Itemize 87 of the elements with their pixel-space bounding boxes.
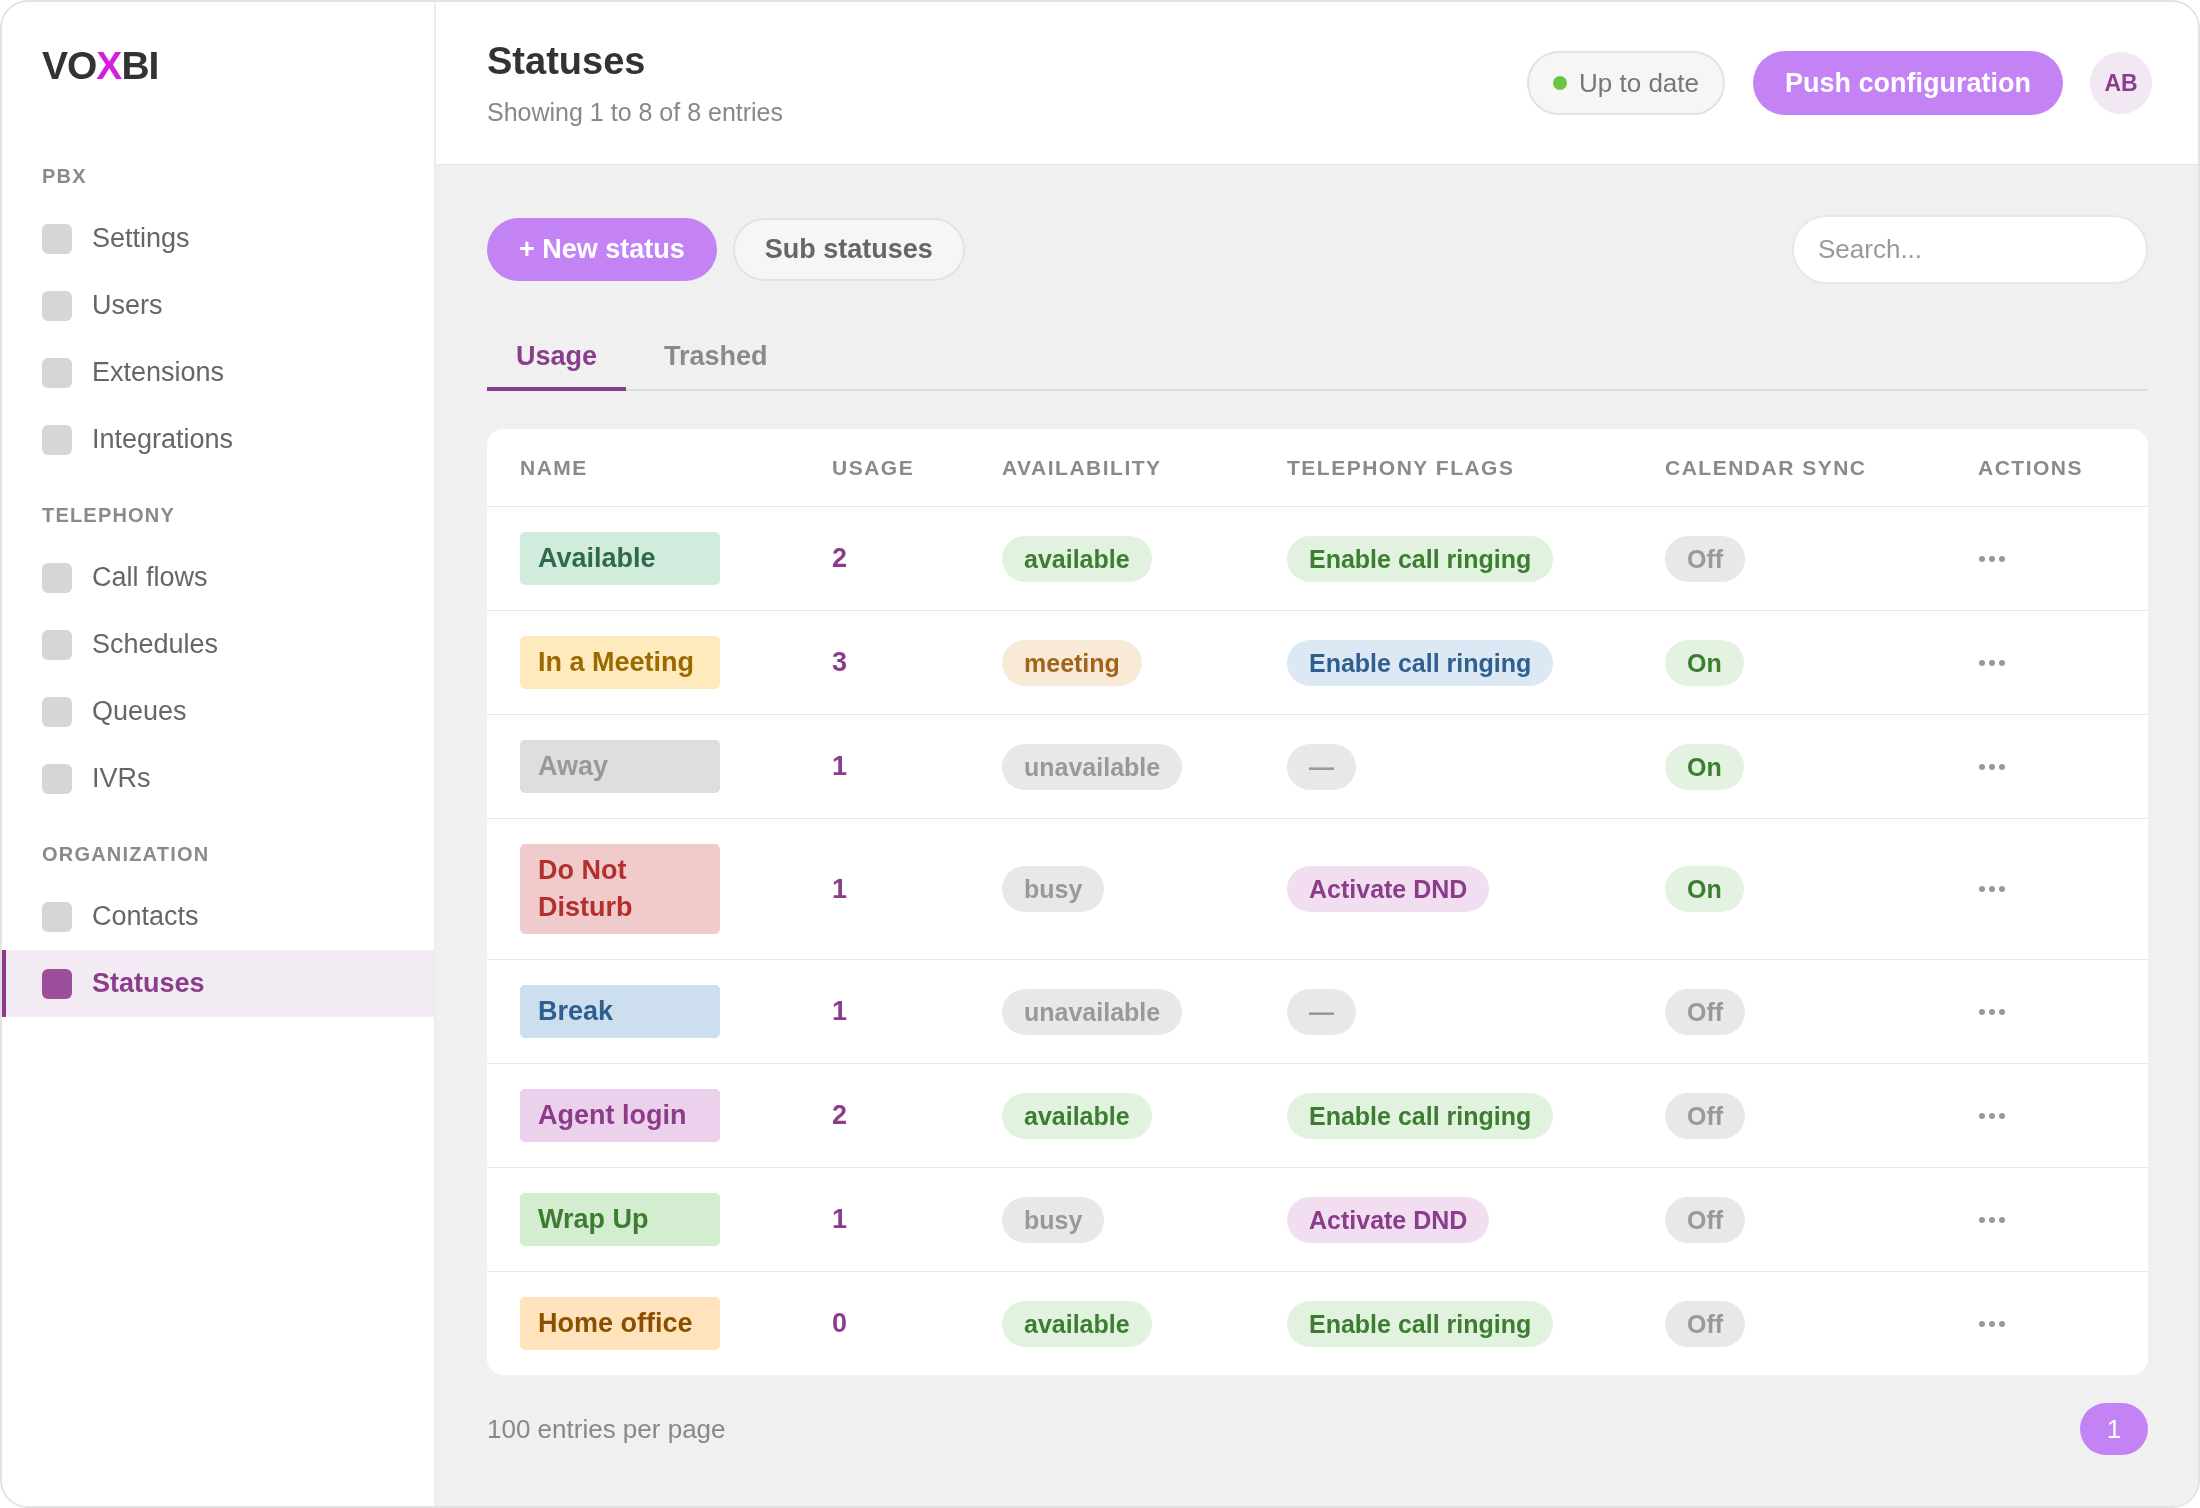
calendar-sync-tag: On (1665, 866, 1744, 912)
search-field[interactable]: Search... (1792, 215, 2148, 284)
calendar-sync-tag: On (1665, 639, 1744, 686)
section-heading: ORGANIZATION (41, 842, 211, 867)
sidebar-item[interactable]: Call flows (2, 544, 434, 611)
telephony-flag-tag: Activate DND (1287, 866, 1490, 912)
usage-count: 3 (832, 647, 848, 678)
column-header: NAME (520, 454, 589, 481)
square-icon (42, 696, 72, 727)
page-title: Statuses (487, 39, 647, 84)
sync-status-pill: Up to date (1527, 51, 1725, 115)
usage-count: 1 (832, 873, 848, 904)
logo: VOXBI (42, 46, 159, 86)
more-icon[interactable] (1978, 658, 2006, 667)
sidebar-item[interactable]: Schedules (2, 611, 434, 678)
status-name-tag: In a Meeting (520, 636, 720, 689)
telephony-flag-tag: Enable call ringing (1287, 535, 1554, 582)
column-header: USAGE (832, 454, 916, 481)
sidebar-item[interactable]: Queues (2, 678, 434, 745)
sidebar-item[interactable]: Integrations (2, 406, 434, 473)
more-icon[interactable] (1978, 885, 2006, 893)
status-name-tag: Home office (520, 1297, 720, 1350)
usage-count: 1 (832, 996, 848, 1027)
sidebar-item[interactable]: Contacts (2, 883, 434, 950)
calendar-sync-tag: On (1665, 743, 1744, 790)
column-header: TELEPHONY FLAGS (1287, 454, 1516, 481)
square-icon (42, 223, 72, 254)
status-name-tag: Available (520, 532, 720, 585)
calendar-sync-tag: Off (1665, 1092, 1746, 1139)
square-icon (42, 357, 72, 388)
availability-tag: meeting (1002, 639, 1142, 686)
sidebar-item[interactable]: IVRs (2, 745, 434, 812)
calendar-sync-tag: Off (1665, 535, 1746, 582)
avatar[interactable]: AB (2090, 52, 2152, 114)
usage-count: 2 (832, 1100, 848, 1131)
column-header: CALENDAR SYNC (1665, 454, 1868, 481)
more-icon[interactable] (1978, 1215, 2006, 1224)
entries-per-page-text: 100 entries per page (487, 1412, 726, 1446)
more-icon[interactable] (1978, 1319, 2006, 1328)
usage-count: 1 (832, 1204, 848, 1235)
section-heading: TELEPHONY (41, 503, 177, 528)
availability-tag: busy (1002, 866, 1105, 912)
more-icon[interactable] (1978, 1007, 2006, 1016)
square-icon (42, 424, 72, 455)
square-icon (42, 901, 72, 932)
status-name-tag: Agent login (520, 1089, 720, 1142)
calendar-sync-tag: Off (1665, 1196, 1746, 1243)
sub-statuses-button[interactable]: Sub statuses (732, 218, 965, 281)
status-name-tag: Do Not Disturb (520, 844, 720, 934)
tab[interactable]: Trashed (635, 324, 797, 391)
availability-tag: available (1002, 1300, 1152, 1347)
more-icon[interactable] (1978, 554, 2006, 563)
square-icon (42, 968, 72, 999)
calendar-sync-tag: Off (1665, 988, 1746, 1035)
square-icon (42, 629, 72, 660)
calendar-sync-tag: Off (1665, 1300, 1746, 1347)
usage-count: 0 (832, 1308, 848, 1339)
status-name-tag: Break (520, 985, 720, 1038)
sidebar-item[interactable]: Settings (2, 205, 434, 272)
column-header: ACTIONS (1978, 454, 2084, 481)
telephony-flag-tag: Enable call ringing (1287, 1092, 1554, 1139)
entries-summary: Showing 1 to 8 of 8 entries (487, 97, 784, 128)
sidebar-item[interactable]: Users (2, 272, 434, 339)
availability-tag: unavailable (1002, 743, 1183, 790)
availability-tag: unavailable (1002, 988, 1183, 1035)
usage-count: 2 (832, 543, 848, 574)
usage-count: 1 (832, 751, 848, 782)
more-icon[interactable] (1978, 762, 2006, 771)
sidebar-item[interactable]: Statuses (2, 950, 434, 1017)
more-icon[interactable] (1978, 1111, 2006, 1120)
telephony-flag-tag: Activate DND (1287, 1196, 1490, 1243)
column-header: AVAILABILITY (1002, 454, 1163, 481)
sidebar-item[interactable]: Extensions (2, 339, 434, 406)
square-icon (42, 290, 72, 321)
availability-tag: busy (1002, 1196, 1105, 1243)
status-name-tag: Wrap Up (520, 1193, 720, 1246)
status-name-tag: Away (520, 740, 720, 793)
availability-tag: available (1002, 1092, 1152, 1139)
section-heading: PBX (41, 164, 88, 189)
telephony-flag-tag: — (1287, 988, 1356, 1035)
tab[interactable]: Usage (487, 324, 627, 391)
square-icon (42, 562, 72, 593)
availability-tag: available (1002, 535, 1152, 582)
square-icon (42, 763, 72, 794)
telephony-flag-tag: Enable call ringing (1287, 639, 1554, 686)
telephony-flag-tag: — (1287, 743, 1356, 790)
telephony-flag-tag: Enable call ringing (1287, 1300, 1554, 1347)
